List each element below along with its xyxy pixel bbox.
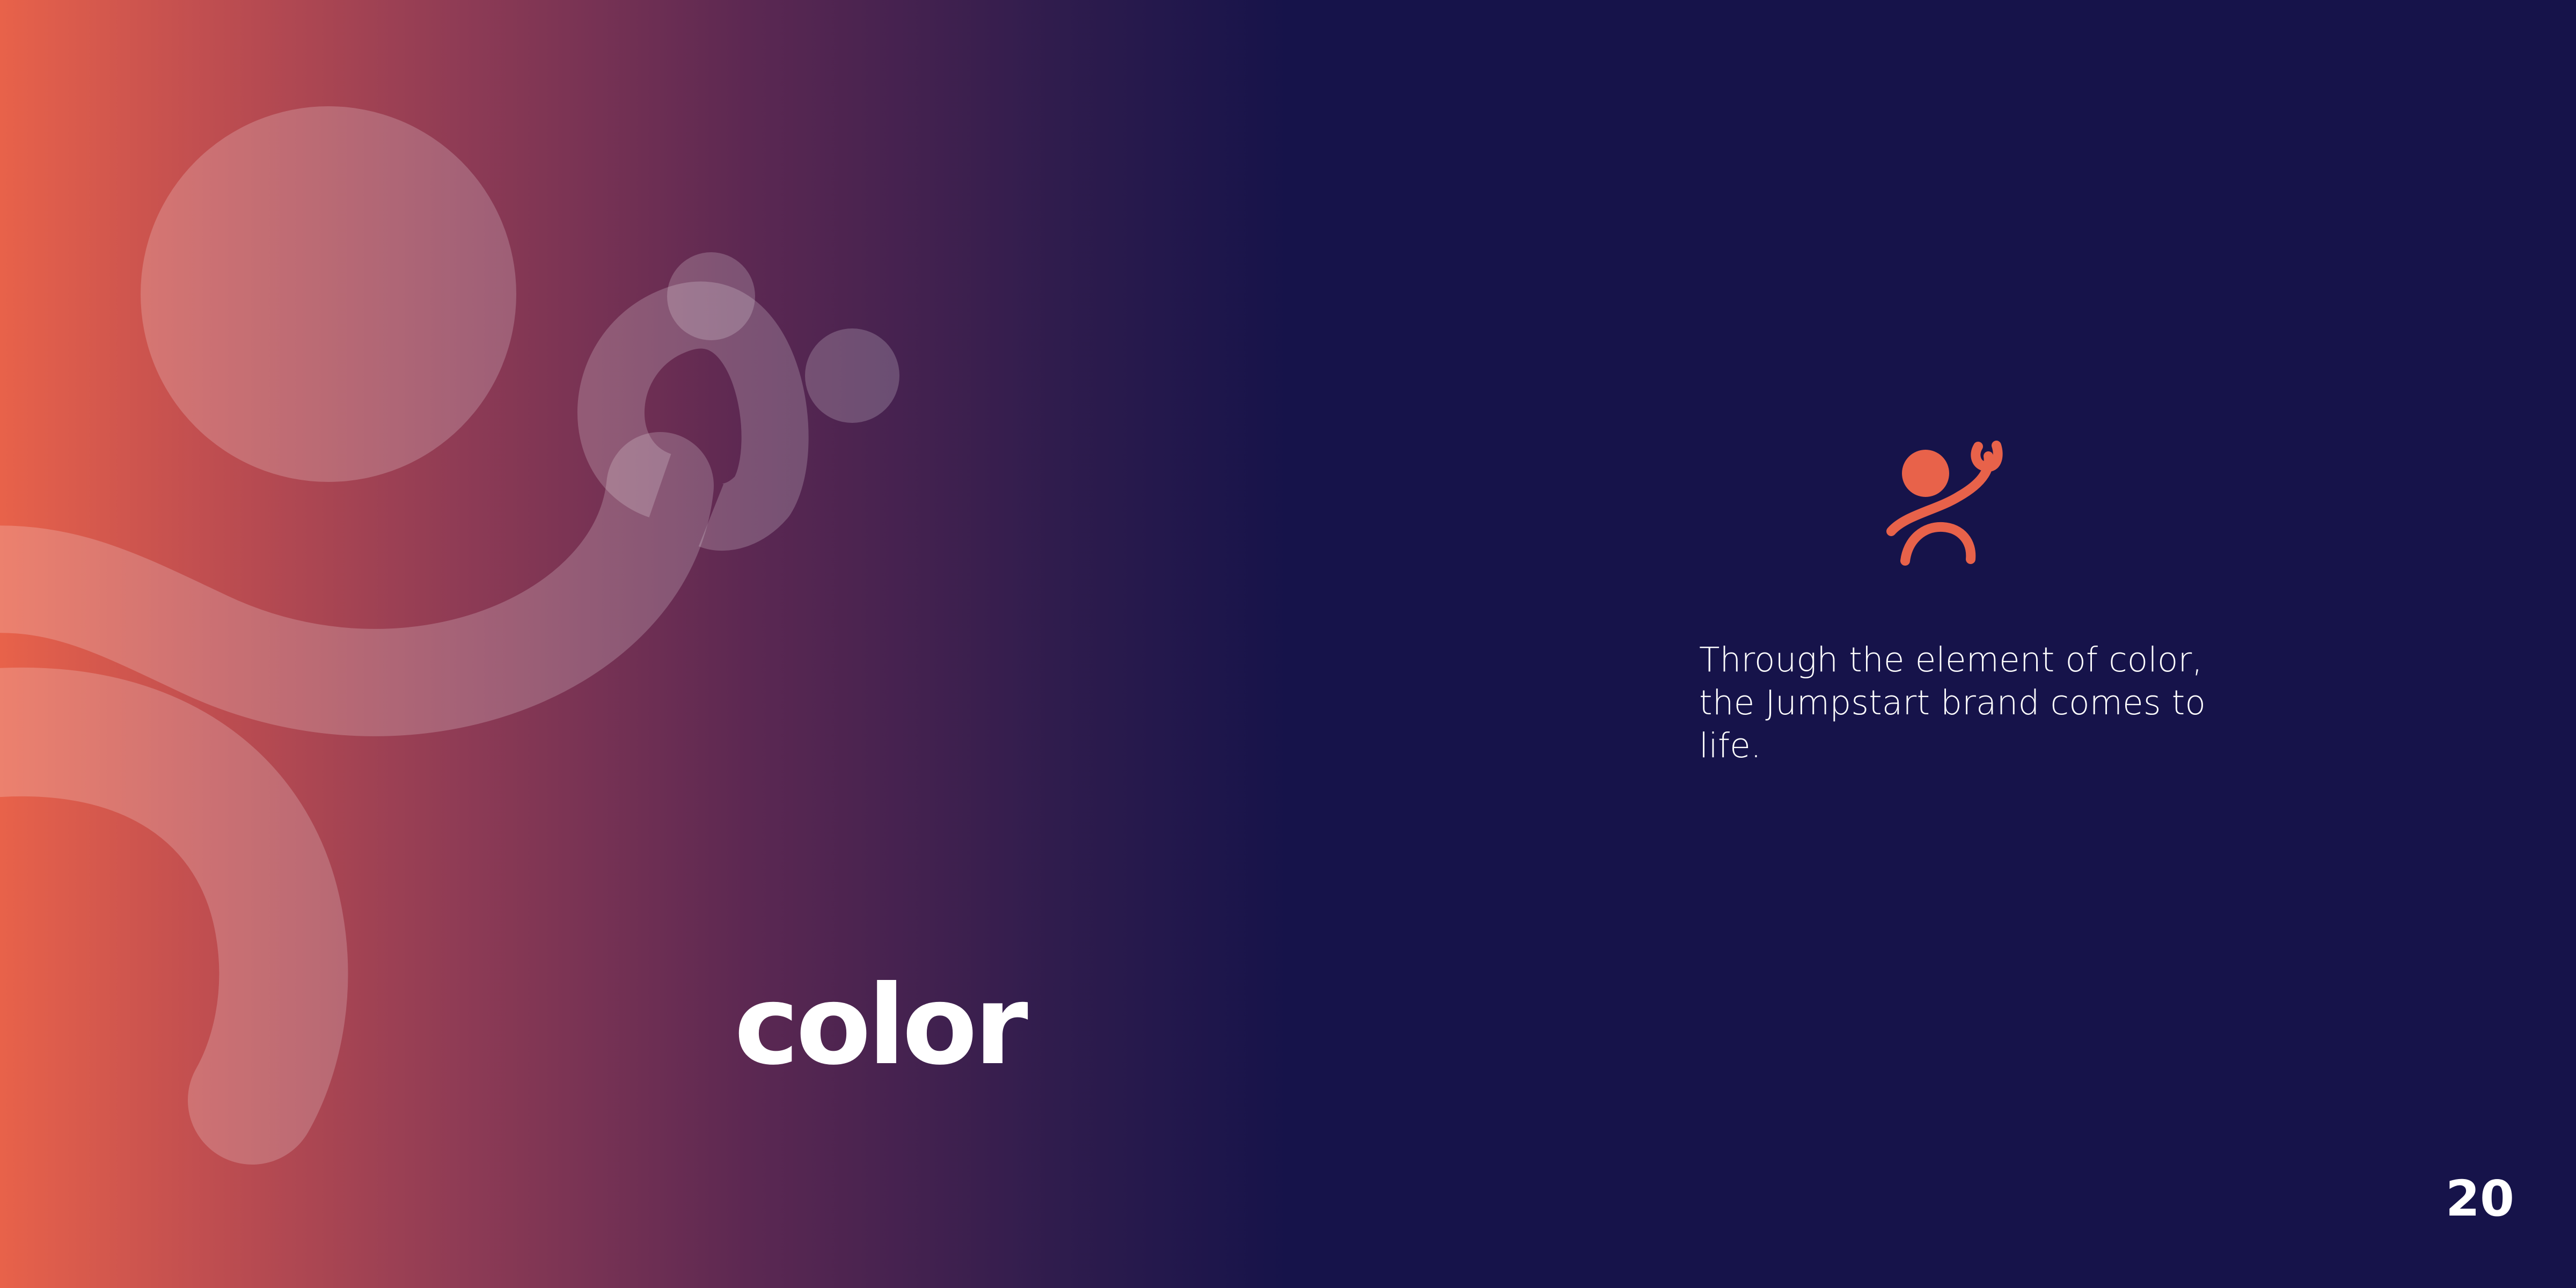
brand-guide-spread: color Through the element of color, the … [0,0,2576,1288]
right-page: Through the element of color, the Jumpst… [1288,0,2576,1288]
figure-thumb-tip [805,328,899,423]
logo-leg [1900,522,1976,566]
figure-head [141,106,516,482]
figure-finger-tip [667,252,755,340]
section-title: color [734,962,1028,1089]
figure-arm [0,432,714,736]
page-number: 20 [2445,1170,2514,1227]
logo-head [1902,450,1949,497]
left-page: color [0,0,1288,1288]
jumpstart-figure-icon [0,106,899,1165]
jumpstart-logo-icon [1886,441,2003,566]
figure-leg [0,667,348,1165]
body-text: Through the element of color, the Jumpst… [1699,640,2206,765]
